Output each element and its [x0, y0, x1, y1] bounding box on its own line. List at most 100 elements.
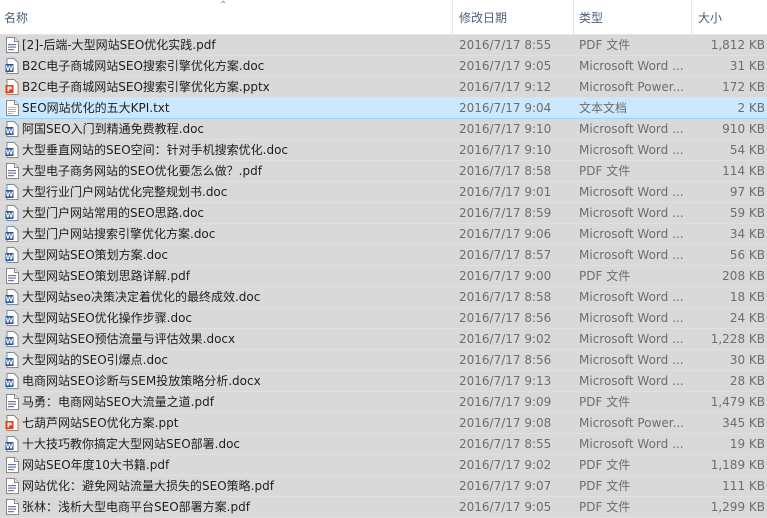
file-name: 大型网站SEO优化操作步骤.doc: [22, 311, 193, 325]
file-type: PDF 文件: [579, 269, 631, 283]
pdf-file-icon: [5, 268, 19, 284]
file-name: 电商网站SEO诊断与SEM投放策略分析.docx: [22, 374, 261, 388]
file-type: Microsoft Power...: [579, 80, 685, 94]
file-name: 阿国SEO入门到精通免费教程.doc: [22, 122, 205, 136]
file-row[interactable]: W 大型网站seo决策决定着优化的最终成效.doc 2016/7/17 8:58 Mi…: [0, 287, 767, 308]
file-size: 24 KB: [729, 311, 765, 325]
file-row[interactable]: 网站优化：避免网站流量大损失的SEO策略.pdf 2016/7/17 9:07 PD…: [0, 476, 767, 497]
column-divider[interactable]: [452, 0, 453, 34]
file-name: 大型网站SEO预估流量与评估效果.docx: [22, 332, 236, 346]
file-row[interactable]: W 大型网站SEO预估流量与评估效果.docx 2016/7/17 9:02 Micr…: [0, 329, 767, 350]
word-file-icon: W: [5, 310, 19, 326]
file-row[interactable]: W 大型垂直网站的SEO空间：针对手机搜索优化.doc 2016/7/17 9:10…: [0, 140, 767, 161]
file-row[interactable]: W 大型网站SEO策划方案.doc 2016/7/17 8:57 Microsoft …: [0, 245, 767, 266]
word-file-icon: W: [5, 289, 19, 305]
column-header-bar: ⌃ 名称 修改日期 类型 大小: [0, 0, 767, 35]
file-row[interactable]: [2]-后端-大型网站SEO优化实践.pdf 2016/7/17 8:55 PDF …: [0, 35, 767, 56]
file-size: 1,299 KB: [710, 500, 765, 514]
file-date-modified: 2016/7/17 8:55: [459, 38, 552, 52]
file-name: 网站SEO年度10大书籍.pdf: [22, 458, 170, 472]
file-type: PDF 文件: [579, 38, 631, 52]
file-type: Microsoft Word ...: [579, 227, 684, 241]
file-size: 56 KB: [729, 248, 765, 262]
text-file-icon: [5, 100, 19, 116]
file-row[interactable]: W B2C电子商城网站SEO搜索引擎优化方案.doc 2016/7/17 9:05 M…: [0, 56, 767, 77]
column-header-size[interactable]: 大小: [694, 0, 767, 34]
pdf-file-icon: [5, 499, 19, 515]
file-row[interactable]: W 十大技巧教你搞定大型网站SEO部署.doc 2016/7/17 8:55 Micr…: [0, 434, 767, 455]
file-name: 大型电子商务网站的SEO优化要怎么做？.pdf: [22, 164, 262, 178]
file-size: 114 KB: [722, 164, 765, 178]
file-type: 文本文档: [579, 101, 628, 115]
column-divider[interactable]: [691, 0, 692, 34]
file-date-modified: 2016/7/17 8:55: [459, 437, 552, 451]
word-file-icon: W: [5, 373, 19, 389]
file-name: 大型网站SEO策划方案.doc: [22, 248, 169, 262]
file-size: 97 KB: [729, 185, 765, 199]
file-name: 大型门户网站搜索引擎优化方案.doc: [22, 227, 216, 241]
file-date-modified: 2016/7/17 8:57: [459, 248, 552, 262]
file-size: 2 KB: [737, 101, 765, 115]
column-divider[interactable]: [573, 0, 574, 34]
file-row[interactable]: 张林：浅析大型电商平台SEO部署方案.pdf 2016/7/17 9:05 PDF …: [0, 497, 767, 518]
svg-text:W: W: [6, 359, 14, 367]
svg-text:W: W: [6, 338, 14, 346]
file-date-modified: 2016/7/17 9:05: [459, 59, 552, 73]
word-file-icon: W: [5, 226, 19, 242]
file-date-modified: 2016/7/17 8:58: [459, 164, 552, 178]
file-row[interactable]: W 电商网站SEO诊断与SEM投放策略分析.docx 2016/7/17 9:13 M…: [0, 371, 767, 392]
file-size: 34 KB: [729, 227, 765, 241]
file-row[interactable]: SEO网站优化的五大KPI.txt 2016/7/17 9:04 文本文档 2 KB: [0, 98, 767, 119]
file-date-modified: 2016/7/17 9:02: [459, 332, 552, 346]
file-row[interactable]: W 大型行业门户网站优化完整规划书.doc 2016/7/17 9:01 Micros…: [0, 182, 767, 203]
file-size: 1,228 KB: [710, 332, 765, 346]
file-date-modified: 2016/7/17 8:58: [459, 290, 552, 304]
file-type: Microsoft Word ...: [579, 353, 684, 367]
word-file-icon: W: [5, 121, 19, 137]
svg-text:W: W: [6, 443, 14, 451]
file-row[interactable]: 马勇：电商网站SEO大流量之道.pdf 2016/7/17 9:09 PDF 文件 1…: [0, 392, 767, 413]
file-date-modified: 2016/7/17 9:00: [459, 269, 552, 283]
file-date-modified: 2016/7/17 9:12: [459, 80, 552, 94]
file-name: B2C电子商城网站SEO搜索引擎优化方案.doc: [22, 59, 265, 73]
file-type: PDF 文件: [579, 395, 631, 409]
file-name: 大型门户网站常用的SEO思路.doc: [22, 206, 205, 220]
file-row[interactable]: 网站SEO年度10大书籍.pdf 2016/7/17 9:02 PDF 文件 1,18…: [0, 455, 767, 476]
word-file-icon: W: [5, 205, 19, 221]
pdf-file-icon: [5, 394, 19, 410]
svg-text:W: W: [6, 212, 14, 220]
file-type: Microsoft Word ...: [579, 59, 684, 73]
file-row[interactable]: W 大型网站的SEO引爆点.doc 2016/7/17 8:56 Microsoft …: [0, 350, 767, 371]
file-row[interactable]: P B2C电子商城网站SEO搜索引擎优化方案.pptx 2016/7/17 9:12…: [0, 77, 767, 98]
svg-text:W: W: [6, 296, 14, 304]
file-row[interactable]: W 大型门户网站常用的SEO思路.doc 2016/7/17 8:59 Microso…: [0, 203, 767, 224]
word-file-icon: W: [5, 142, 19, 158]
file-name: 大型网站的SEO引爆点.doc: [22, 353, 169, 367]
file-row[interactable]: 大型网站SEO策划思路详解.pdf 2016/7/17 9:00 PDF 文件 208…: [0, 266, 767, 287]
column-header-name[interactable]: 名称: [0, 0, 452, 34]
file-date-modified: 2016/7/17 9:09: [459, 395, 552, 409]
column-header-type[interactable]: 类型: [575, 0, 691, 34]
file-type: PDF 文件: [579, 479, 631, 493]
file-row[interactable]: W 大型门户网站搜索引擎优化方案.doc 2016/7/17 9:06 Microso…: [0, 224, 767, 245]
file-row[interactable]: W 大型网站SEO优化操作步骤.doc 2016/7/17 8:56 Microsof…: [0, 308, 767, 329]
file-size: 111 KB: [722, 479, 765, 493]
file-size: 208 KB: [722, 269, 765, 283]
file-row[interactable]: 大型电子商务网站的SEO优化要怎么做？.pdf 2016/7/17 8:58 PDF…: [0, 161, 767, 182]
pdf-file-icon: [5, 457, 19, 473]
file-name: [2]-后端-大型网站SEO优化实践.pdf: [22, 38, 216, 52]
file-name: 马勇：电商网站SEO大流量之道.pdf: [22, 395, 214, 409]
file-size: 1,189 KB: [710, 458, 765, 472]
file-type: Microsoft Word ...: [579, 374, 684, 388]
column-header-date[interactable]: 修改日期: [455, 0, 573, 34]
file-name: 张林：浅析大型电商平台SEO部署方案.pdf: [22, 500, 250, 514]
file-type: Microsoft Power...: [579, 416, 685, 430]
file-row[interactable]: W 阿国SEO入门到精通免费教程.doc 2016/7/17 9:10 Microso…: [0, 119, 767, 140]
svg-text:W: W: [6, 191, 14, 199]
file-row[interactable]: P 七葫芦网站SEO优化方案.ppt 2016/7/17 9:08 Microsoft…: [0, 413, 767, 434]
file-name: 七葫芦网站SEO优化方案.ppt: [22, 416, 179, 430]
file-name: 十大技巧教你搞定大型网站SEO部署.doc: [22, 437, 241, 451]
file-name: 大型垂直网站的SEO空间：针对手机搜索优化.doc: [22, 143, 289, 157]
file-date-modified: 2016/7/17 9:13: [459, 374, 552, 388]
file-size: 172 KB: [722, 80, 765, 94]
